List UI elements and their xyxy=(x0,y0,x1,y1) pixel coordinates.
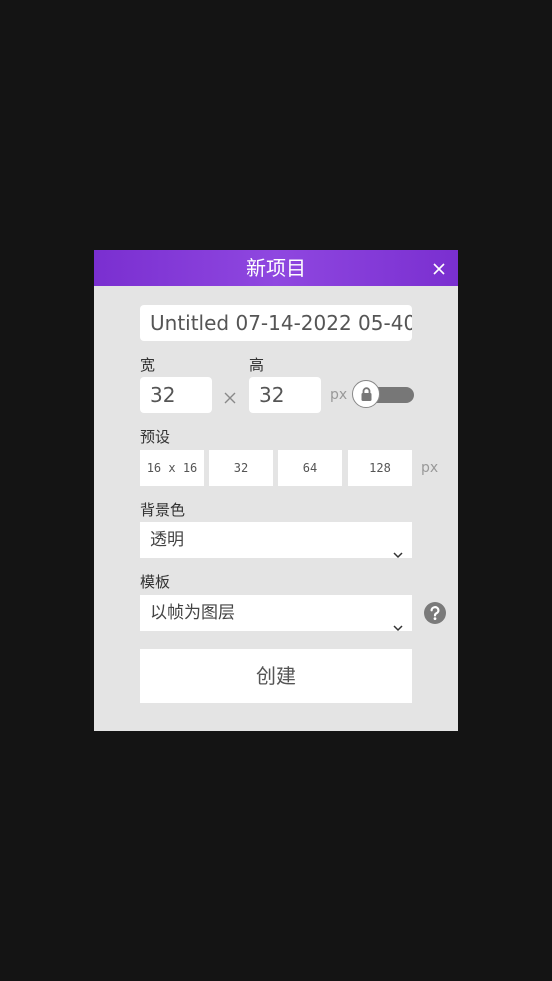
toggle-knob xyxy=(352,380,380,408)
background-value: 透明 xyxy=(150,530,184,550)
close-icon[interactable] xyxy=(430,260,448,278)
new-project-dialog: 新项目 Untitled 07-14-2022 05-40- 宽 高 32 32… xyxy=(94,250,458,731)
chevron-down-icon xyxy=(393,609,403,645)
title-bar: 新项目 xyxy=(94,250,458,286)
chevron-down-icon xyxy=(393,536,403,572)
width-input[interactable]: 32 xyxy=(140,377,212,413)
template-select[interactable]: 以帧为图层 xyxy=(140,595,412,632)
width-label: 宽 xyxy=(140,356,156,374)
template-label: 模板 xyxy=(140,573,171,591)
question-icon[interactable] xyxy=(424,602,446,624)
aspect-lock-toggle[interactable] xyxy=(352,380,416,410)
template-value: 以帧为图层 xyxy=(150,603,235,623)
height-label: 高 xyxy=(249,356,265,374)
preset-64[interactable]: 64 xyxy=(278,450,342,486)
times-icon xyxy=(224,389,236,408)
create-button[interactable]: 创建 xyxy=(140,649,412,703)
preset-16[interactable]: 16 x 16 xyxy=(140,450,204,486)
size-unit: px xyxy=(330,387,348,403)
project-name-input[interactable]: Untitled 07-14-2022 05-40- xyxy=(140,305,412,341)
dialog-title: 新项目 xyxy=(246,256,306,280)
presets-unit: px xyxy=(421,460,439,476)
preset-32[interactable]: 32 xyxy=(209,450,273,486)
height-input[interactable]: 32 xyxy=(249,377,321,413)
background-label: 背景色 xyxy=(140,501,186,519)
presets-label: 预设 xyxy=(140,428,171,446)
preset-128[interactable]: 128 xyxy=(348,450,412,486)
background-select[interactable]: 透明 xyxy=(140,522,412,559)
